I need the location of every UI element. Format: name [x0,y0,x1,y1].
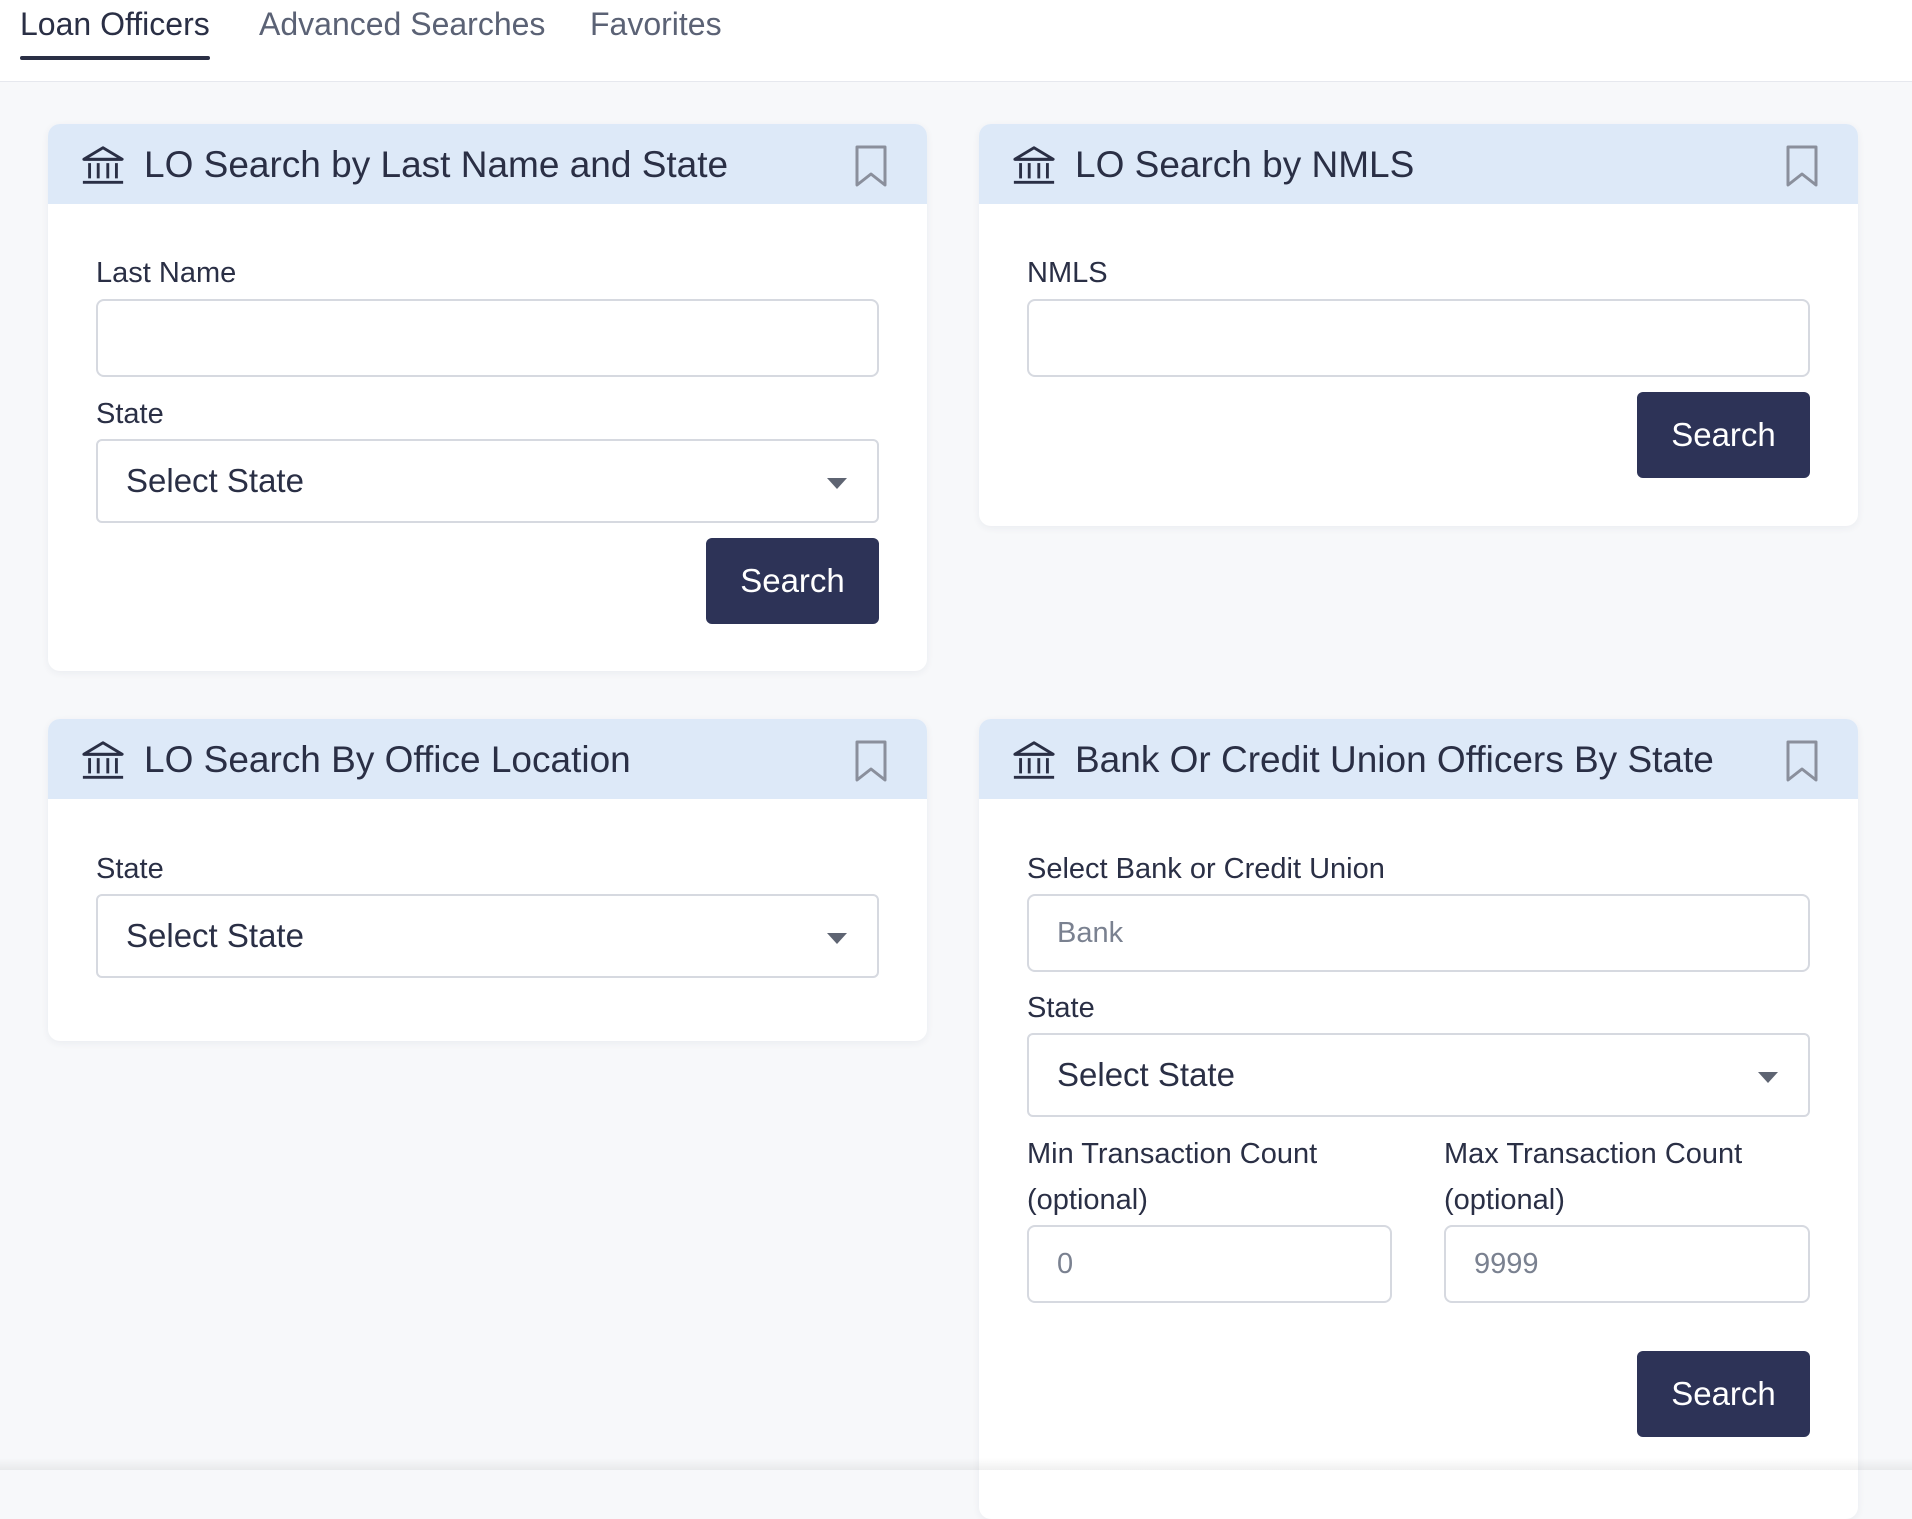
max-count-input[interactable] [1444,1225,1810,1303]
max-count-optional-label: (optional) [1444,1177,1565,1223]
card-title: LO Search By Office Location [144,737,631,783]
state-select-value: Select State [126,441,304,521]
state-label: State [1027,985,1095,1031]
bookmark-icon[interactable] [1784,739,1820,783]
state-select[interactable]: Select State [96,894,879,978]
card-header: LO Search by NMLS [979,124,1858,204]
card-nmls: LO Search by NMLS NMLS Search [979,124,1858,526]
min-count-label: Min Transaction Count [1027,1131,1317,1177]
min-count-input[interactable] [1027,1225,1392,1303]
state-select-value: Select State [126,896,304,976]
state-label: State [96,846,164,892]
search-button[interactable]: Search [1637,1351,1810,1437]
bank-label: Select Bank or Credit Union [1027,846,1385,892]
caret-down-icon [1758,1072,1778,1083]
max-count-label: Max Transaction Count [1444,1131,1742,1177]
bank-icon [1011,142,1057,188]
nmls-label: NMLS [1027,250,1108,296]
bottom-edge-shadow [0,1458,1912,1470]
search-button[interactable]: Search [1637,392,1810,478]
state-select[interactable]: Select State [96,439,879,523]
top-nav: Loan Officers Advanced Searches Favorite… [0,0,1912,82]
card-title: LO Search by NMLS [1075,142,1414,188]
card-last-name-state: LO Search by Last Name and State Last Na… [48,124,927,671]
bank-icon [80,737,126,783]
state-label: State [96,391,164,437]
min-count-optional-label: (optional) [1027,1177,1148,1223]
tab-loan-officers[interactable]: Loan Officers [20,4,210,58]
state-select[interactable]: Select State [1027,1033,1810,1117]
bank-input[interactable] [1027,894,1810,972]
caret-down-icon [827,478,847,489]
card-header: LO Search By Office Location [48,719,927,799]
card-bank-credit-union: Bank Or Credit Union Officers By State S… [979,719,1858,1519]
last-name-label: Last Name [96,250,236,296]
bookmark-icon[interactable] [853,144,889,188]
card-header: Bank Or Credit Union Officers By State [979,719,1858,799]
last-name-input[interactable] [96,299,879,377]
bookmark-icon[interactable] [853,739,889,783]
bank-icon [80,142,126,188]
bank-icon [1011,737,1057,783]
search-button[interactable]: Search [706,538,879,624]
tab-advanced-searches[interactable]: Advanced Searches [259,4,545,58]
card-title: LO Search by Last Name and State [144,142,728,188]
card-office-location: LO Search By Office Location State Selec… [48,719,927,1041]
card-header: LO Search by Last Name and State [48,124,927,204]
state-select-value: Select State [1057,1035,1235,1115]
tab-favorites[interactable]: Favorites [590,4,722,58]
bookmark-icon[interactable] [1784,144,1820,188]
card-title: Bank Or Credit Union Officers By State [1075,737,1714,783]
caret-down-icon [827,933,847,944]
nmls-input[interactable] [1027,299,1810,377]
